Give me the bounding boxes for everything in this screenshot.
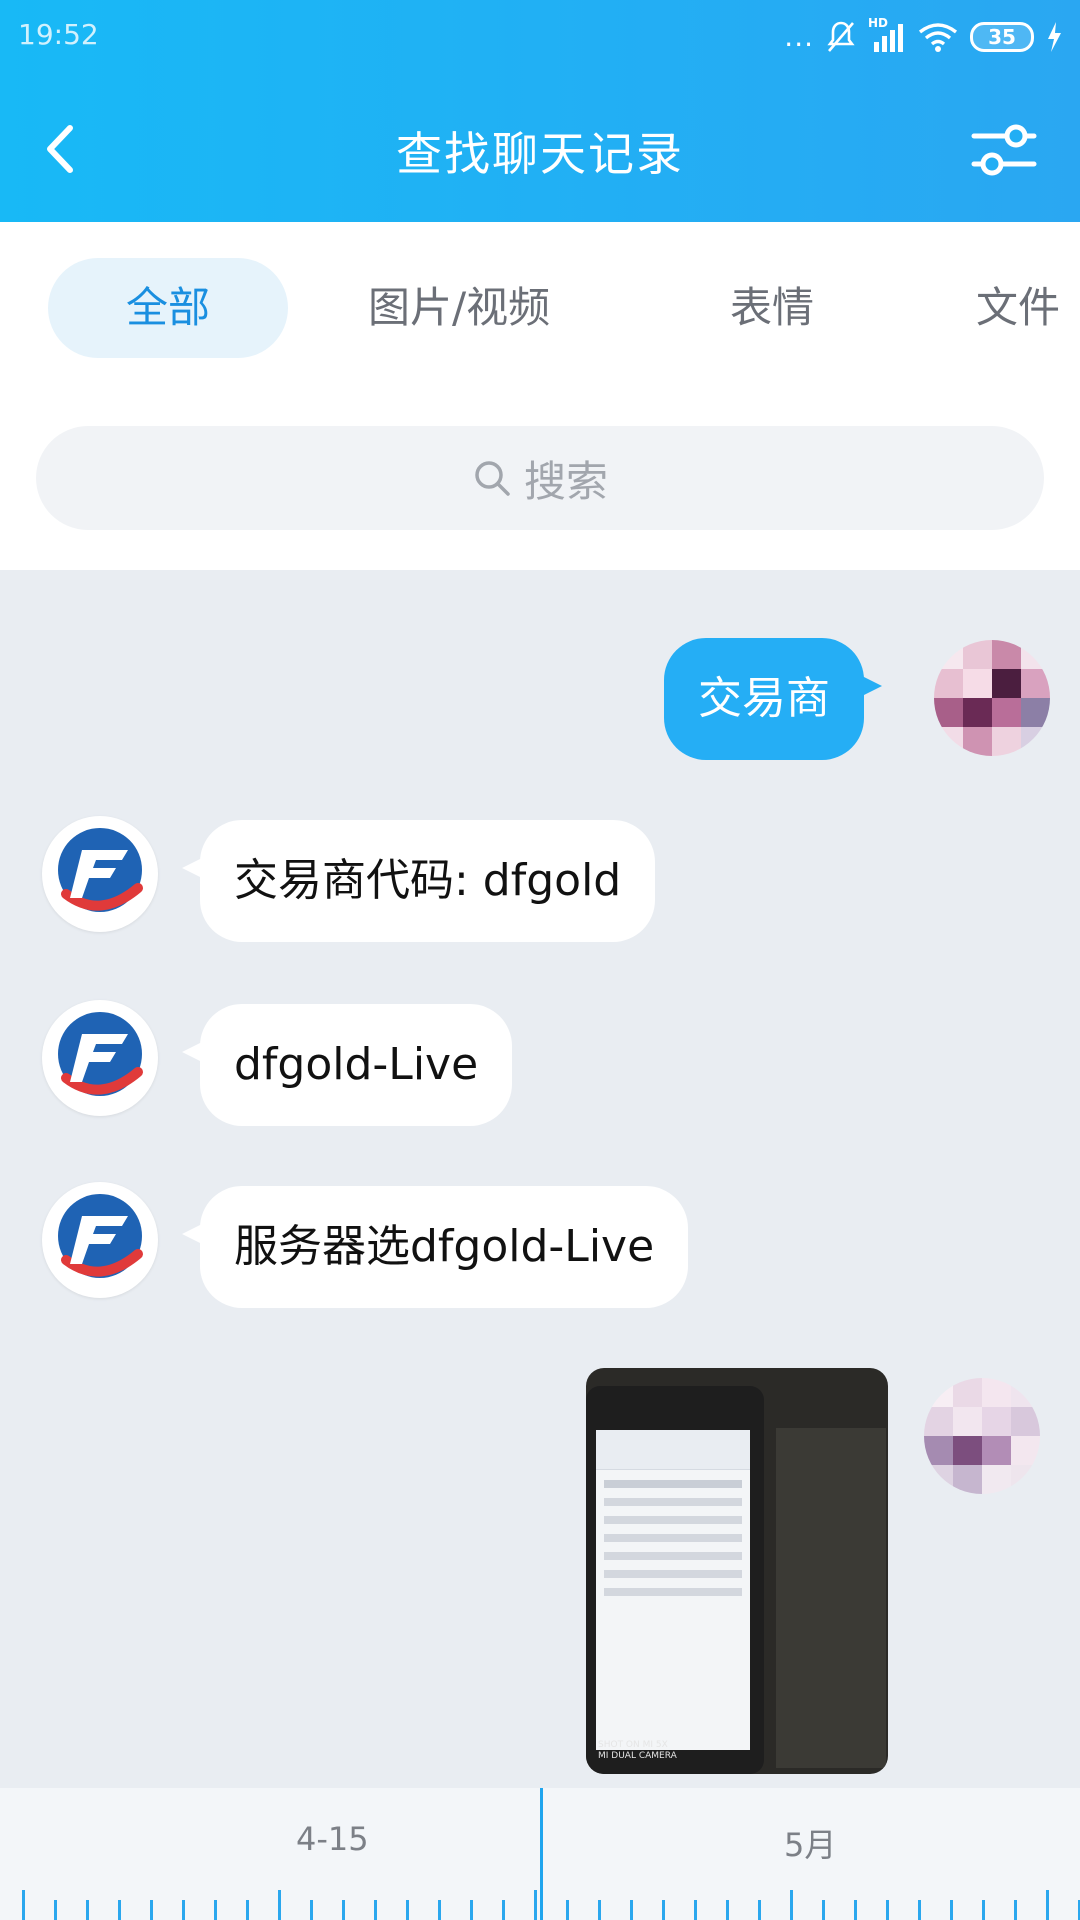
timeline-tick bbox=[470, 1900, 473, 1920]
dfgold-logo-icon bbox=[58, 828, 143, 912]
tab-files[interactable]: 文件 bbox=[976, 258, 1060, 358]
timeline-tick bbox=[630, 1900, 633, 1920]
timeline-tick bbox=[854, 1900, 857, 1920]
timeline-tick bbox=[374, 1900, 377, 1920]
title-bar: 查找聊天记录 bbox=[0, 96, 1080, 206]
chat-history: 交易商 交易商代码: dfgold dfgold-Live 服务器选dfgold… bbox=[0, 570, 1080, 1788]
timeline-tick bbox=[534, 1890, 537, 1920]
timeline-tick bbox=[598, 1900, 601, 1920]
category-tabs: 全部 图片/视频 表情 文件 bbox=[0, 258, 1080, 358]
search-placeholder: 搜索 bbox=[523, 456, 608, 506]
timeline-tick bbox=[726, 1900, 729, 1920]
timeline-tick bbox=[950, 1900, 953, 1920]
message-bubble[interactable]: 交易商 bbox=[664, 638, 882, 760]
timeline-tick bbox=[918, 1900, 921, 1920]
status-bar: 19:52 ... HD 35 bbox=[0, 0, 1080, 72]
timeline-tick bbox=[1046, 1890, 1049, 1920]
timeline-tick bbox=[406, 1900, 409, 1920]
timeline-tick bbox=[822, 1900, 825, 1920]
timeline-tick bbox=[310, 1900, 313, 1920]
dfgold-logo-icon bbox=[58, 1012, 143, 1096]
timeline-tick bbox=[438, 1900, 441, 1920]
self-avatar[interactable] bbox=[924, 1378, 1040, 1494]
timeline-label: 4-15 bbox=[296, 1820, 369, 1858]
timeline-tick bbox=[566, 1900, 569, 1920]
date-timeline[interactable]: 4-15 5月 bbox=[0, 1788, 1080, 1920]
timeline-tick bbox=[886, 1900, 889, 1920]
timeline-tick bbox=[758, 1900, 761, 1920]
photo-watermark: SHOT ON MI 5X MI DUAL CAMERA bbox=[598, 1740, 677, 1761]
timeline-tick bbox=[150, 1900, 153, 1920]
message-bubble[interactable]: 服务器选dfgold-Live bbox=[181, 1186, 689, 1308]
contact-avatar[interactable] bbox=[42, 816, 158, 932]
page-title: 查找聊天记录 bbox=[396, 127, 684, 181]
timeline-label: 5月 bbox=[784, 1826, 837, 1864]
timeline-tick bbox=[22, 1890, 25, 1920]
tab-all[interactable]: 全部 bbox=[48, 258, 288, 358]
status-time: 19:52 bbox=[18, 18, 99, 51]
image-message[interactable]: SHOT ON MI 5X MI DUAL CAMERA bbox=[586, 1368, 888, 1774]
timeline-tick bbox=[982, 1900, 985, 1920]
photo-phone-screen bbox=[596, 1430, 750, 1750]
search-icon bbox=[475, 461, 510, 496]
timeline-tick bbox=[342, 1900, 345, 1920]
tab-images-videos[interactable]: 图片/视频 bbox=[368, 258, 550, 358]
sliders-icon bbox=[971, 124, 1037, 176]
bell-off-icon bbox=[827, 21, 855, 52]
charging-icon bbox=[1048, 22, 1061, 52]
timeline-tick bbox=[214, 1900, 217, 1920]
filter-area: 全部 图片/视频 表情 文件 搜索 bbox=[0, 222, 1080, 570]
timeline-tick bbox=[1014, 1900, 1017, 1920]
timeline-tick bbox=[118, 1900, 121, 1920]
timeline-tick bbox=[278, 1890, 281, 1920]
timeline-ticks bbox=[0, 1880, 1080, 1920]
status-icons: ... HD 35 bbox=[784, 16, 1062, 56]
more-notifications-icon: ... bbox=[784, 20, 814, 53]
battery-level: 35 bbox=[988, 25, 1016, 49]
message-bubble[interactable]: dfgold-Live bbox=[181, 1004, 513, 1126]
photo-phone-shape bbox=[586, 1386, 764, 1774]
message-bubble[interactable]: 交易商代码: dfgold bbox=[181, 820, 656, 942]
filter-settings-button[interactable] bbox=[968, 114, 1040, 186]
search-input[interactable]: 搜索 bbox=[36, 426, 1044, 530]
timeline-tick bbox=[790, 1890, 793, 1920]
tab-stickers[interactable]: 表情 bbox=[730, 258, 814, 358]
timeline-tick bbox=[694, 1900, 697, 1920]
timeline-tick bbox=[54, 1900, 57, 1920]
timeline-tick bbox=[246, 1900, 249, 1920]
contact-avatar[interactable] bbox=[42, 1182, 158, 1298]
signal-icon: HD bbox=[868, 16, 906, 54]
header: 19:52 ... HD 35 查找聊天记录 bbox=[0, 0, 1080, 222]
wifi-icon bbox=[918, 23, 958, 52]
self-avatar[interactable] bbox=[934, 640, 1050, 756]
timeline-tick bbox=[182, 1900, 185, 1920]
contact-avatar[interactable] bbox=[42, 1000, 158, 1116]
timeline-tick bbox=[502, 1900, 505, 1920]
battery-indicator: 35 bbox=[970, 22, 1034, 52]
timeline-tick bbox=[86, 1900, 89, 1920]
timeline-tick bbox=[662, 1900, 665, 1920]
dfgold-logo-icon bbox=[58, 1194, 143, 1278]
